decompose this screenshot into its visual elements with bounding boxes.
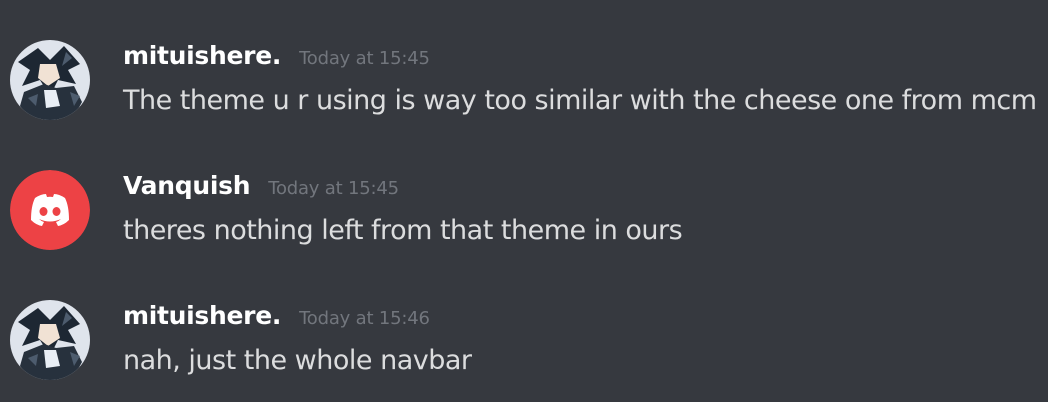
- username[interactable]: mituishere.: [123, 41, 281, 70]
- message-text: nah, just the whole navbar: [123, 345, 472, 376]
- message-text: The theme u r using is way too similar w…: [123, 85, 1037, 116]
- chat-messages: mituishere. Today at 15:45 The theme u r…: [0, 0, 1048, 402]
- user-avatar[interactable]: [10, 170, 90, 250]
- message-header: Vanquish Today at 15:45: [123, 171, 399, 205]
- user-avatar[interactable]: [10, 40, 90, 120]
- timestamp: Today at 15:46: [299, 308, 430, 329]
- message-header: mituishere. Today at 15:45: [123, 41, 430, 75]
- anime-character-avatar-icon: [10, 40, 90, 120]
- message: Vanquish Today at 15:45 theres nothing l…: [0, 150, 1048, 250]
- message: mituishere. Today at 15:46 nah, just the…: [0, 280, 1048, 380]
- discord-logo-icon: [10, 170, 90, 250]
- username[interactable]: mituishere.: [123, 301, 281, 330]
- message: mituishere. Today at 15:45 The theme u r…: [0, 20, 1048, 120]
- user-avatar[interactable]: [10, 300, 90, 380]
- username[interactable]: Vanquish: [123, 171, 251, 200]
- anime-character-avatar-icon: [10, 300, 90, 380]
- message-text: theres nothing left from that theme in o…: [123, 215, 683, 246]
- timestamp: Today at 15:45: [268, 178, 399, 199]
- message-header: mituishere. Today at 15:46: [123, 301, 430, 335]
- timestamp: Today at 15:45: [299, 48, 430, 69]
